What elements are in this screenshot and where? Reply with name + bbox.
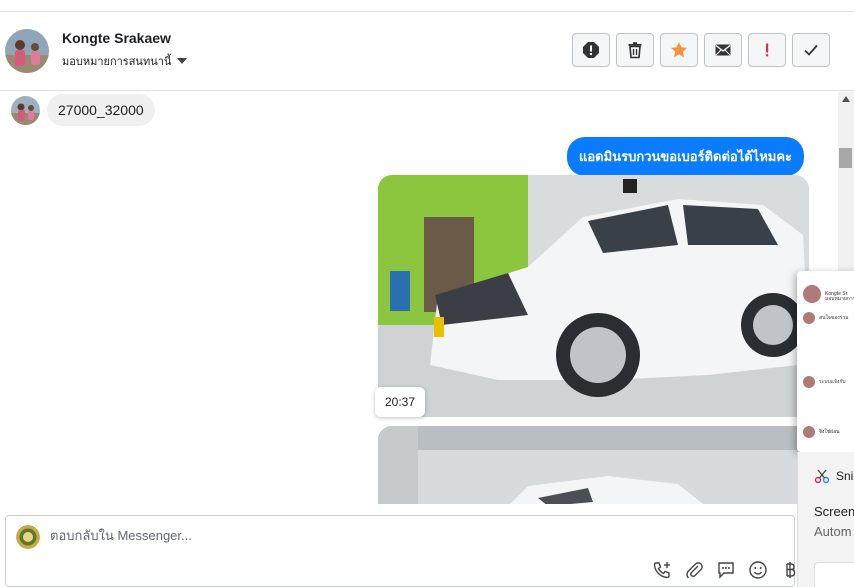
scroll-up-arrow-icon[interactable] [842, 96, 850, 102]
popup-message: จิงใช่ผ่อน [819, 429, 840, 435]
mark-done-button[interactable] [792, 33, 830, 67]
star-icon [671, 42, 687, 58]
star-button[interactable] [660, 33, 698, 67]
incoming-bubble: 27000_32000 [47, 94, 155, 126]
delete-button[interactable] [616, 33, 654, 67]
message-thread[interactable]: 27000_32000 แอดมินรบกวนขอเบอร์ติดต่อได้ไ… [0, 92, 838, 504]
saved-replies-button[interactable] [715, 559, 737, 581]
attach-button[interactable] [683, 559, 705, 581]
conversation-header: Kongte Srakaew มอบหมายการสนทนานี้ [0, 12, 854, 91]
reply-input[interactable] [50, 528, 650, 543]
follow-up-icon [766, 43, 769, 57]
conversation-toolbar [572, 33, 830, 67]
assign-label: มอบหมายการสนทนานี้ [62, 56, 172, 68]
composer-actions [651, 559, 801, 581]
caret-down-icon [177, 58, 188, 64]
snipping-tool-notification[interactable]: Snip Screen Autom [797, 452, 854, 587]
outgoing-bubble: แอดมินรบกวนขอเบอร์ติดต่อได้ไหมคะ [567, 137, 805, 176]
scissors-icon [814, 469, 830, 484]
spam-icon [583, 42, 599, 58]
contact-name[interactable]: Kongte Srakaew [62, 30, 171, 46]
snip-title: Snip [814, 468, 854, 484]
popup-avatar [803, 312, 815, 324]
popup-row: มอบหมายการ [825, 295, 854, 303]
snip-subtext: Autom [814, 524, 852, 539]
check-icon [804, 44, 818, 56]
trash-icon [628, 42, 642, 59]
car-photo-attachment[interactable] [378, 175, 809, 417]
contact-avatar[interactable] [5, 29, 49, 73]
chat-bubble-icon [718, 562, 734, 579]
assign-conversation-dropdown[interactable]: มอบหมายการสนทนานี้ [62, 52, 188, 70]
popup-message: ระบบแจ้งกับ [819, 379, 846, 385]
snip-thumbnail[interactable] [814, 562, 854, 587]
page-avatar [16, 525, 40, 549]
baht-icon [786, 562, 796, 578]
conversation-preview-popup[interactable]: Kongte Sr มอบหมายการ สนใจของร่วม ระบบแจ้… [797, 271, 854, 452]
popup-row: ระบบแจ้งกับ [803, 376, 846, 388]
snip-heading: Screen [814, 504, 854, 519]
emoji-icon [749, 561, 767, 579]
mail-icon [715, 44, 731, 56]
payment-button[interactable] [779, 559, 801, 581]
incoming-message: 27000_32000 [11, 94, 155, 126]
snip-app-name: Snip [836, 469, 854, 483]
paperclip-icon [686, 562, 703, 579]
reply-composer [5, 515, 796, 587]
sender-avatar[interactable] [11, 95, 40, 125]
popup-avatar [803, 426, 815, 438]
popup-subtitle: มอบหมายการ [825, 296, 854, 302]
scrollbar-thumb[interactable] [839, 148, 852, 168]
photo-timestamp: 20:37 [375, 387, 426, 417]
popup-row: สนใจของร่วม [803, 312, 849, 324]
mark-spam-button[interactable] [572, 33, 610, 67]
popup-row: จิงใช่ผ่อน [803, 426, 840, 438]
popup-avatar [803, 376, 815, 388]
car-photo-attachment-2[interactable] [378, 426, 809, 504]
emoji-button[interactable] [747, 559, 769, 581]
popup-message: สนใจของร่วม [819, 315, 849, 321]
follow-up-button[interactable] [748, 33, 786, 67]
call-button[interactable] [651, 559, 673, 581]
mark-unread-button[interactable] [704, 33, 742, 67]
popup-avatar [803, 285, 821, 303]
phone-add-icon [653, 562, 670, 579]
